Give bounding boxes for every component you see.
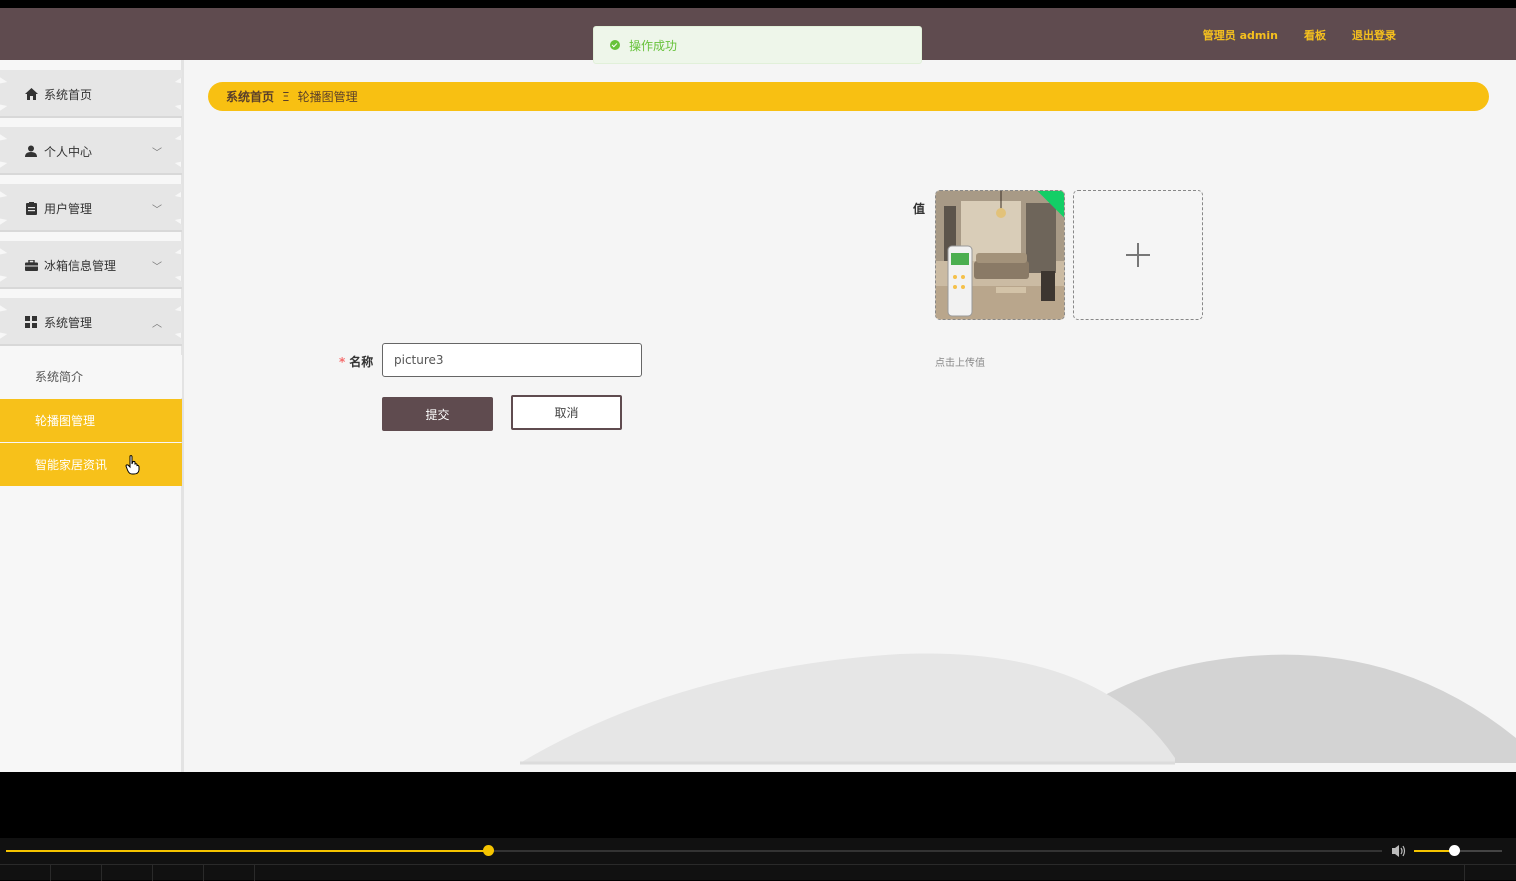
submit-button[interactable]: 提交: [382, 397, 493, 431]
briefcase-icon: [24, 258, 38, 272]
volume-slider[interactable]: [1414, 845, 1502, 856]
cancel-button[interactable]: 取消: [511, 395, 622, 430]
uploaded-image-thumbnail[interactable]: [935, 190, 1065, 320]
breadcrumb-separator: Ξ: [282, 89, 290, 104]
sidebar-item-profile[interactable]: 个人中心 ﹀: [0, 127, 182, 175]
sidebar-item-system[interactable]: 系统管理 ︿: [0, 298, 182, 346]
sidebar-item-label: 系统首页: [44, 87, 93, 102]
player-controls-row: [0, 864, 1516, 881]
sidebar-item-users[interactable]: 用户管理 ﹀: [0, 184, 182, 232]
sidebar: 系统首页 个人中心 ﹀ 用户管理 ﹀ 冰箱信息管理 ﹀ 系统管理 ︿ 系统简介 …: [0, 60, 184, 772]
seek-bar[interactable]: [6, 845, 1382, 856]
admin-user-link[interactable]: 管理员 admin: [1203, 27, 1278, 43]
breadcrumb-home[interactable]: 系统首页: [226, 88, 274, 105]
check-circle-icon: [610, 40, 620, 50]
seek-handle[interactable]: [482, 845, 494, 856]
sidebar-item-label: 个人中心: [44, 144, 93, 159]
sidebar-item-label: 冰箱信息管理: [44, 258, 117, 273]
app-window: 操作成功 管理员 admin 看板 退出登录 系统首页 个人中心 ﹀ 用户管理: [0, 8, 1516, 772]
grid-icon: [24, 315, 38, 329]
sidebar-item-label: 用户管理: [44, 201, 93, 216]
chevron-down-icon: ﹀: [152, 205, 162, 216]
breadcrumb-current: 轮播图管理: [297, 90, 358, 104]
sidebar-item-fridge-info[interactable]: 冰箱信息管理 ﹀: [0, 241, 182, 289]
name-label: * 名称: [339, 355, 374, 369]
upload-add-button[interactable]: [1073, 190, 1203, 320]
volume-icon[interactable]: [1391, 844, 1407, 858]
sidebar-subitem-news[interactable]: 智能家居资讯: [0, 443, 182, 486]
name-input[interactable]: [382, 343, 642, 377]
sidebar-item-label: 系统管理: [44, 315, 93, 330]
home-icon: [24, 87, 38, 101]
logout-link[interactable]: 退出登录: [1352, 27, 1396, 43]
seek-bar-played: [6, 850, 488, 852]
sidebar-item-home[interactable]: 系统首页: [0, 70, 182, 118]
hand-cursor-icon: [125, 455, 140, 475]
chevron-up-icon: ︿: [152, 319, 162, 330]
volume-level: [1414, 850, 1454, 852]
chevron-down-icon: ﹀: [152, 262, 162, 273]
value-label: 值: [913, 202, 926, 216]
sidebar-subitem-intro[interactable]: 系统简介: [0, 355, 182, 398]
sidebar-subitem-carousel[interactable]: 轮播图管理: [0, 399, 182, 442]
dashboard-link[interactable]: 看板: [1304, 27, 1326, 43]
required-mark: *: [339, 355, 346, 369]
decorative-hills: [520, 653, 1516, 765]
chevron-down-icon: ﹀: [152, 148, 162, 159]
header-links: 管理员 admin 看板 退出登录: [1203, 27, 1396, 43]
breadcrumb: 系统首页 Ξ 轮播图管理: [208, 82, 1489, 111]
video-player-bar: [0, 838, 1516, 881]
success-toast: 操作成功: [593, 26, 922, 64]
clipboard-icon: [24, 201, 38, 215]
toast-message: 操作成功: [629, 38, 678, 53]
volume-handle[interactable]: [1448, 845, 1460, 856]
top-header: 操作成功 管理员 admin 看板 退出登录: [0, 8, 1516, 64]
living-room-image: [936, 191, 1064, 319]
user-icon: [24, 144, 38, 158]
upload-tip: 点击上传值: [935, 358, 985, 369]
